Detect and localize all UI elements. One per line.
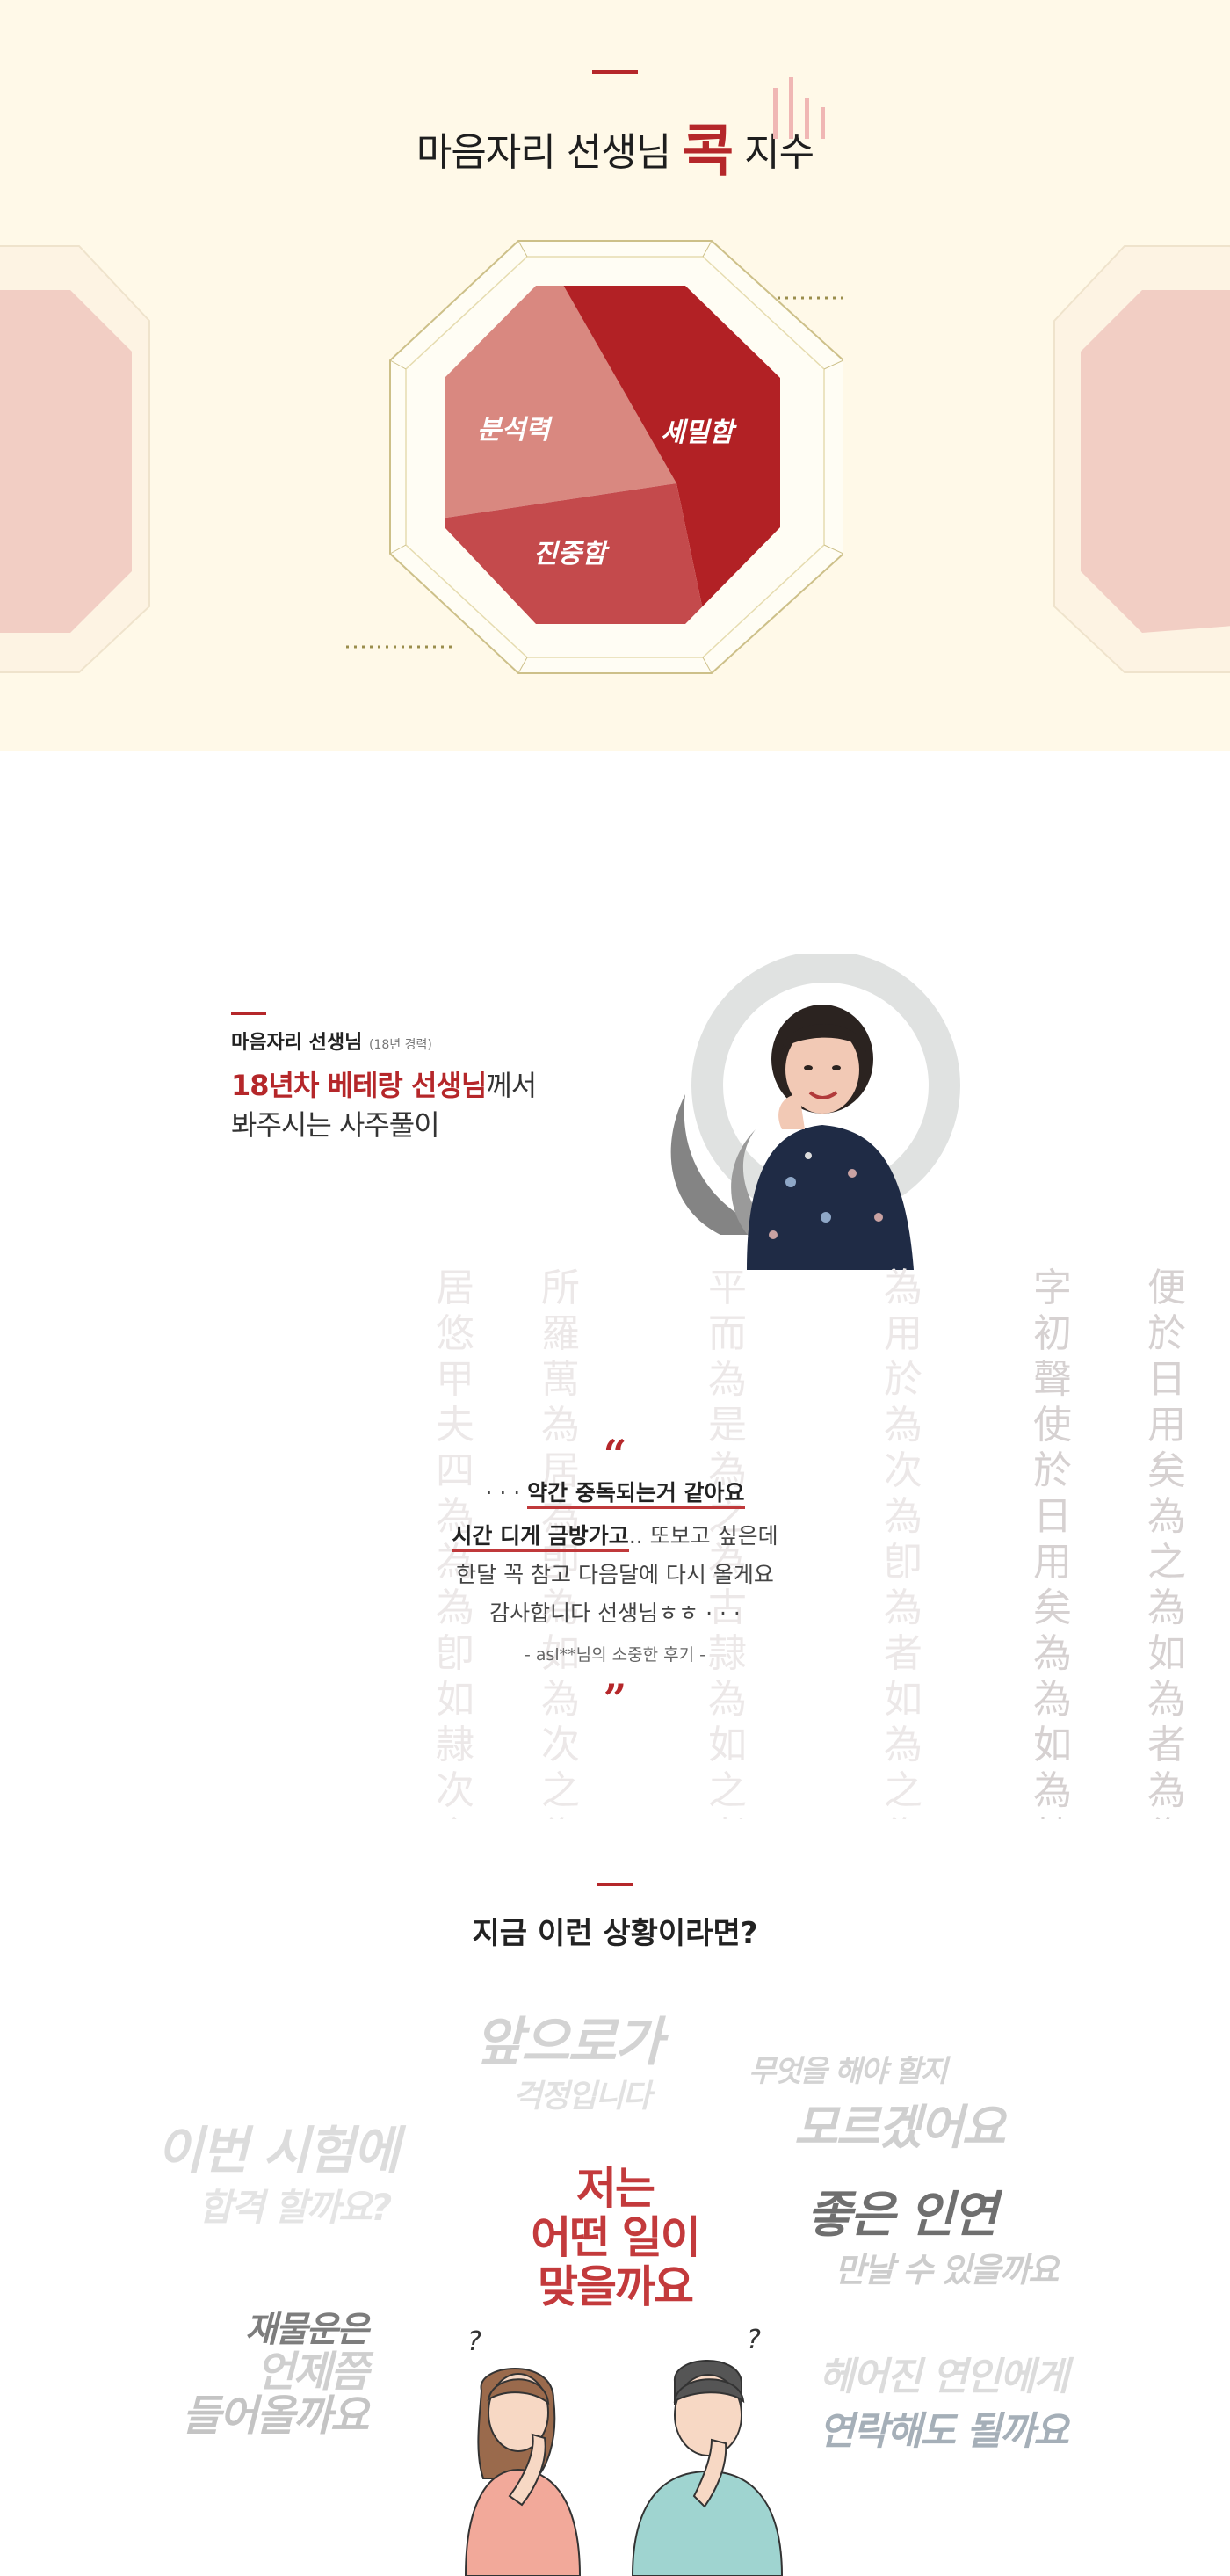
situation-what-to-do: 무엇을 해야 할지 모르겠어요 (749, 2054, 1005, 2158)
situation-line: 재물운은 (244, 2310, 369, 2350)
review-emphasis: 시간 디게 금방가고 (452, 1523, 629, 1552)
situation-money: 재물운은 언제쯤 들어올까요 (148, 2310, 369, 2441)
situation-line: 저는 (576, 2163, 655, 2214)
situation-line: 모르겠어요 (794, 2100, 1005, 2155)
situation-line: 무엇을 해야 할지 (749, 2054, 948, 2089)
label-detail: 세밀함 (661, 417, 734, 448)
kok-decoration-icon (773, 77, 825, 139)
situation-line: 맞을까요 (538, 2261, 694, 2312)
situation-line: 걱정입니다 (513, 2079, 652, 2115)
teacher-experience: (18년 경력) (369, 1038, 432, 1052)
review-emphasis: 약간 중독되는거 같아요 (527, 1480, 745, 1509)
score-octagon-chart (389, 240, 843, 674)
situation-line: 앞으로가 (474, 2012, 663, 2073)
question-mark-icon: ? (747, 2325, 761, 2355)
review-line3: 한달 꼭 참고 다음달에 다시 올게요 (456, 1562, 774, 1587)
label-analysis: 분석력 (477, 415, 550, 446)
headline-line2: 봐주시는 사주풀이 (231, 1108, 440, 1142)
hanja-column: 為用於為次為卽為者如為之為使為 (884, 1266, 922, 1819)
situation-ex-lover: 헤어진 연인에게 연락해도 될까요 (819, 2355, 1069, 2456)
teacher-portrait (670, 954, 960, 1270)
right-octagon-decor (1053, 245, 1230, 673)
teacher-name: 마음자리 선생님 (18년 경력) (231, 1027, 432, 1055)
score-section: 마음자리 선생님 콕 지수 분석력 세밀함 진중함 (0, 0, 1230, 751)
review-line4: 감사합니다 선생님ㅎㅎ · · · (489, 1600, 741, 1626)
situation-exam: 이번 시험에 합격 할까요? (156, 2121, 400, 2231)
teacher-headline: 18년차 베테랑 선생님께서 봐주시는 사주풀이 (231, 1066, 537, 1145)
review-line1: · · · 약간 중독되는거 같아요 (413, 1480, 817, 1509)
situation-line: 연락해도 될까요 (819, 2409, 1069, 2454)
close-quote-icon: ” (603, 1675, 627, 1723)
hanja-column: 字初聲使於日用矣為為如為隷 (1033, 1266, 1072, 1819)
situation-line: 언제쯤 (256, 2347, 369, 2397)
left-octagon-decor (0, 245, 150, 673)
situation-line: 좋은 인연 (807, 2187, 998, 2244)
score-title: 마음자리 선생님 콕 지수 (0, 101, 1230, 185)
situation-future: 앞으로가 걱정입니다 (474, 2012, 663, 2116)
hanja-column: 便於日用矣為之為如為者為為 (1147, 1266, 1186, 1819)
situation-line: 헤어진 연인에게 (819, 2355, 1069, 2399)
question-mark-icon: ? (467, 2326, 481, 2357)
title-text: 마음자리 선생님 (416, 130, 671, 175)
headline-rest: 께서 (486, 1069, 537, 1102)
situations-accent-bar (597, 1883, 633, 1886)
review-author: - asl**님의 소중한 후기 - (524, 1645, 706, 1665)
teacher-accent-bar (231, 1012, 266, 1015)
situations-title: 지금 이런 상황이라면? (472, 1916, 758, 1951)
situation-line: 만날 수 있을까요 (835, 2251, 1059, 2289)
review-dots: · · · (485, 1480, 521, 1506)
open-quote-icon: “ (603, 1431, 627, 1478)
section-accent-bar (592, 70, 638, 74)
situation-center: 저는 어떤 일이 맞을까요 (492, 2164, 738, 2311)
label-care: 진중함 (533, 539, 606, 570)
situation-line: 합격 할까요? (199, 2186, 392, 2229)
teacher-name-text: 마음자리 선생님 (231, 1032, 363, 1054)
headline-highlight: 18년차 베테랑 선생님 (231, 1069, 487, 1102)
situation-line: 이번 시험에 (156, 2121, 400, 2181)
thinking-people-illustration: ? ? (464, 2325, 784, 2576)
situation-line: 어떤 일이 (531, 2212, 700, 2263)
review-line2: 시간 디게 금방가고.. 또보고 싶은데 (413, 1519, 817, 1552)
situation-relationship: 좋은 인연 만날 수 있을까요 (807, 2187, 1059, 2291)
situation-line: 들어올까요 (182, 2391, 369, 2441)
review-text: .. 또보고 싶은데 (628, 1523, 778, 1549)
title-highlight: 콕 (682, 119, 734, 185)
